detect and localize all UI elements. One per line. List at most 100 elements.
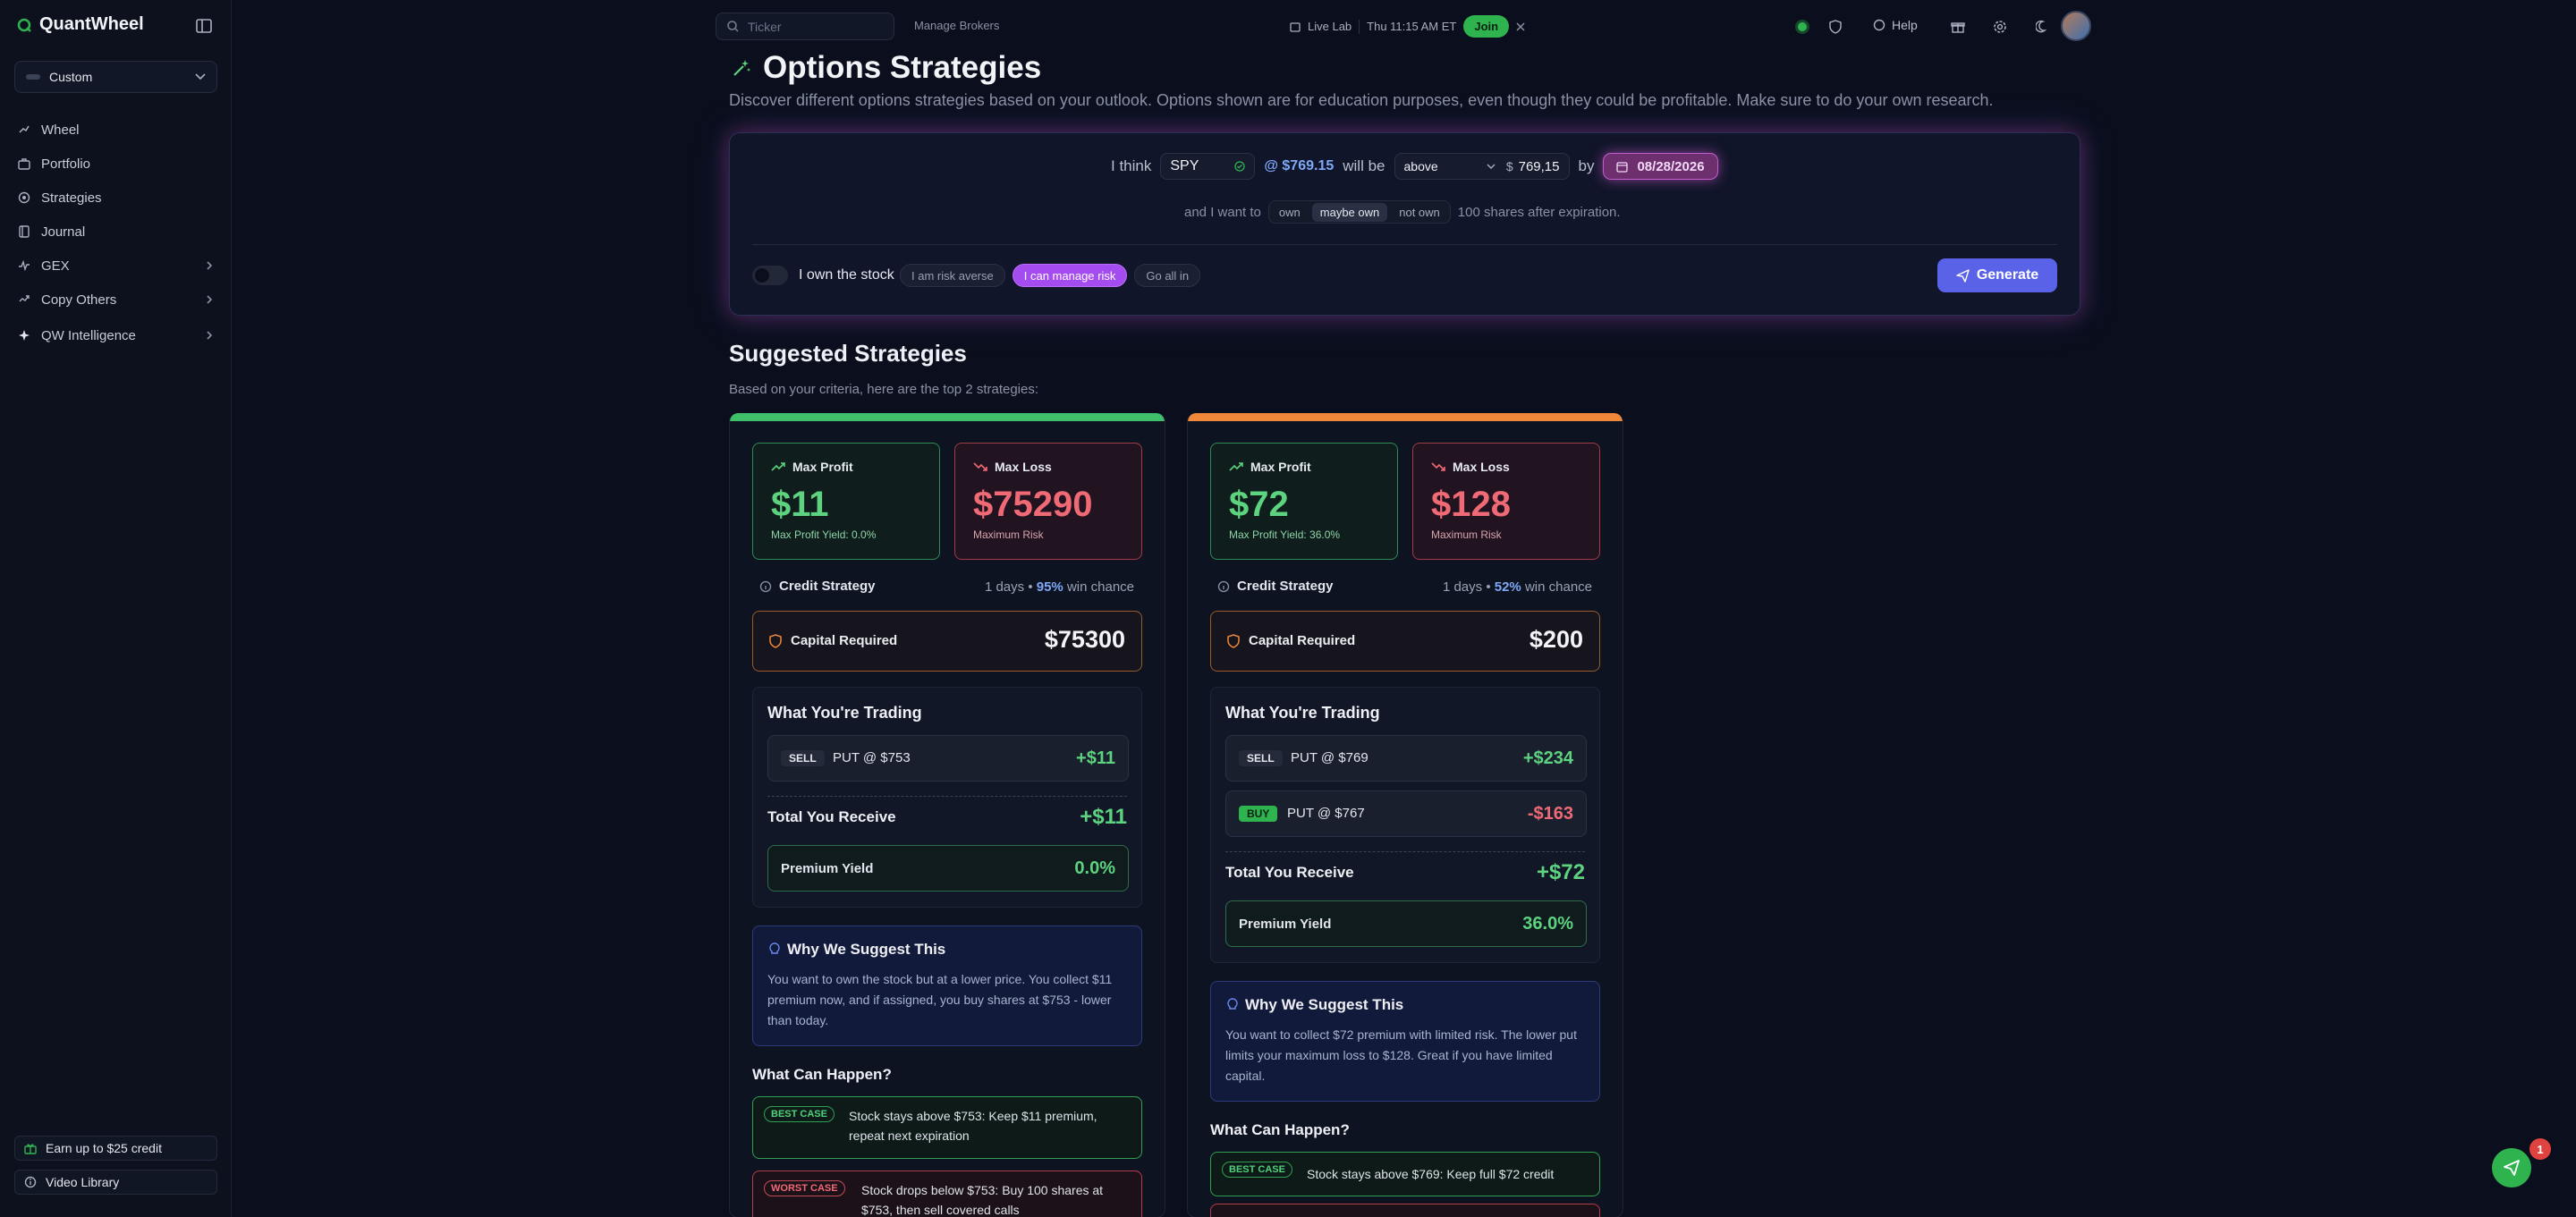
- search-input[interactable]: Ticker: [748, 20, 782, 34]
- info-icon[interactable]: [1217, 580, 1230, 593]
- gex-icon: [18, 259, 30, 272]
- max-loss-heading: Max Loss: [973, 460, 1052, 474]
- chat-button[interactable]: [2492, 1148, 2531, 1187]
- earn-credit-button[interactable]: Earn up to $25 credit: [14, 1136, 217, 1161]
- target-price-input[interactable]: 769,15: [1519, 159, 1560, 174]
- direction-select[interactable]: above: [1404, 159, 1438, 173]
- total-receive-row: Total You Receive +$11: [767, 805, 1127, 832]
- trending-down-icon: [973, 461, 987, 472]
- total-receive-value: +$72: [1536, 860, 1585, 884]
- manage-brokers-link[interactable]: Manage Brokers: [914, 19, 999, 32]
- manage-risk-option[interactable]: I can manage risk: [1012, 264, 1128, 287]
- chevron-right-icon: [206, 294, 213, 305]
- help-button[interactable]: Help: [1873, 18, 1918, 32]
- why-text: You want to own the stock but at a lower…: [767, 972, 1113, 1027]
- capital-required-label: Capital Required: [1249, 633, 1356, 648]
- risk-averse-option[interactable]: I am risk averse: [900, 264, 1005, 287]
- sidebar-item-strategies[interactable]: Strategies: [13, 184, 218, 211]
- trading-heading: What You're Trading: [767, 704, 922, 722]
- suggested-subtitle: Based on your criteria, here are the top…: [729, 382, 1039, 397]
- live-lab: Live Lab Thu 11:15 AM ET Join: [1290, 13, 1525, 40]
- sidebar-item-qw-intelligence[interactable]: QW Intelligence: [13, 322, 218, 349]
- video-library-button[interactable]: Video Library: [14, 1170, 217, 1195]
- max-loss-box: Max Loss $75290 Maximum Risk: [954, 443, 1142, 560]
- why-suggest-box: Why We Suggest This You want to collect …: [1210, 981, 1600, 1102]
- credit-strategy-label: Credit Strategy: [1237, 579, 1334, 594]
- earn-credit-label: Earn up to $25 credit: [46, 1141, 162, 1155]
- capital-required-value: $200: [1529, 626, 1583, 653]
- current-price: @ $769.15: [1264, 158, 1335, 173]
- go-all-in-option[interactable]: Go all in: [1134, 264, 1201, 287]
- sidebar-item-copy-others[interactable]: Copy Others: [13, 286, 218, 313]
- maybe-own-option[interactable]: maybe own: [1311, 202, 1388, 222]
- premium-yield-label: Premium Yield: [781, 861, 874, 876]
- best-case-tag: BEST CASE: [1222, 1162, 1292, 1178]
- total-receive-label: Total You Receive: [767, 808, 896, 825]
- leg-action: BUY: [1239, 806, 1278, 822]
- max-profit-heading: Max Profit: [771, 460, 853, 474]
- wand-icon: [731, 57, 752, 79]
- chevron-right-icon: [206, 260, 213, 271]
- settings-icon[interactable]: [1989, 16, 2011, 38]
- join-button[interactable]: Join: [1463, 15, 1510, 38]
- win-chance-label: win chance: [1066, 579, 1134, 595]
- own-stock-switch[interactable]: [752, 266, 788, 285]
- moon-icon[interactable]: [2031, 16, 2053, 38]
- leg-value: -$163: [1527, 804, 1573, 824]
- sidebar-item-portfolio[interactable]: Portfolio: [13, 150, 218, 177]
- total-receive-label: Total You Receive: [1225, 864, 1354, 881]
- preset-select[interactable]: Custom: [14, 61, 217, 93]
- generate-button[interactable]: Generate: [1937, 258, 2057, 292]
- leg-value: +$11: [1076, 748, 1115, 768]
- avatar[interactable]: [2061, 11, 2091, 41]
- suggested-title: Suggested Strategies: [729, 340, 967, 367]
- premium-yield-label: Premium Yield: [1239, 917, 1332, 932]
- max-loss-value: $128: [1431, 485, 1511, 524]
- max-profit-label: Max Profit: [1250, 460, 1311, 474]
- shield-icon[interactable]: [1825, 16, 1846, 38]
- expiration-date: 08/28/2026: [1637, 158, 1705, 174]
- best-case-box: BEST CASE Stock stays above $753: Keep $…: [752, 1096, 1142, 1159]
- logo[interactable]: QuantWheel: [16, 14, 144, 35]
- premium-yield-box: Premium Yield 36.0%: [1225, 900, 1587, 947]
- journal-icon: [18, 225, 30, 238]
- close-icon[interactable]: [1516, 21, 1525, 31]
- capital-required-heading: Capital Required: [1227, 633, 1355, 648]
- strategies-icon: [18, 191, 30, 204]
- maximum-risk-label: Maximum Risk: [973, 528, 1044, 541]
- target-price-field[interactable]: above $ 769,15: [1394, 153, 1570, 180]
- max-profit-box: Max Profit $11 Max Profit Yield: 0.0%: [752, 443, 940, 560]
- divider: [752, 244, 2057, 245]
- and-want-label: and I want to: [1184, 204, 1261, 220]
- gift-icon[interactable]: [1947, 16, 1969, 38]
- max-profit-heading: Max Profit: [1229, 460, 1311, 474]
- info-icon[interactable]: [759, 580, 772, 593]
- own-option[interactable]: own: [1271, 203, 1309, 222]
- leg-name: PUT @ $753: [833, 750, 911, 765]
- main-content: Ticker Manage Brokers Live Lab Thu 11:15…: [233, 0, 2576, 1217]
- shield-icon: [769, 633, 782, 648]
- expiration-date-picker[interactable]: 08/28/2026: [1603, 153, 1718, 180]
- worst-case-box: WORST CASE Stock drops below $753: Buy 1…: [752, 1171, 1142, 1217]
- ticker-input[interactable]: SPY: [1160, 153, 1256, 180]
- not-own-option[interactable]: not own: [1391, 203, 1448, 222]
- win-chance-value: 95%: [1036, 579, 1063, 595]
- help-icon: [1873, 19, 1885, 31]
- sidebar-toggle-icon[interactable]: [195, 18, 213, 34]
- check-circle-icon: [1234, 161, 1246, 172]
- sidebar-item-gex[interactable]: GEX: [13, 252, 218, 279]
- sidebar-item-wheel[interactable]: Wheel: [13, 116, 218, 143]
- best-case-tag: BEST CASE: [764, 1106, 835, 1122]
- strategy-form: I think SPY @ $769.15 will be above $ 76…: [729, 132, 2080, 316]
- strategy-card: Max Profit $11 Max Profit Yield: 0.0% Ma…: [729, 413, 1165, 1217]
- divider: [1359, 19, 1360, 34]
- page-subtitle: Discover different options strategies ba…: [729, 91, 1994, 109]
- info-icon: [24, 1176, 37, 1188]
- status-dot-icon[interactable]: [1792, 16, 1813, 38]
- sidebar-item-journal[interactable]: Journal: [13, 218, 218, 245]
- leg-name: PUT @ $769: [1291, 750, 1368, 765]
- ticker-search[interactable]: Ticker: [716, 13, 894, 40]
- help-label: Help: [1892, 18, 1918, 32]
- preset-label: Custom: [49, 70, 93, 84]
- why-heading: Why We Suggest This: [769, 941, 945, 959]
